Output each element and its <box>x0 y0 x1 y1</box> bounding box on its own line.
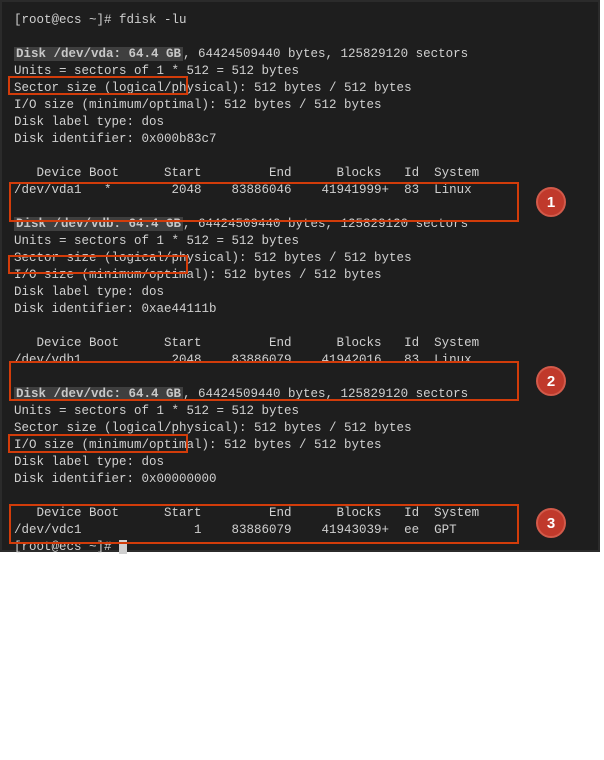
highlight-box-partition-2 <box>9 361 519 401</box>
partition-table-header-1: Device Boot Start End Blocks Id System <box>14 166 479 180</box>
highlight-box-disk-1 <box>8 76 188 95</box>
terminal-frame: [root@ecs ~]# fdisk -lu Disk /dev/vda: 6… <box>0 0 600 552</box>
terminal-window[interactable]: [root@ecs ~]# fdisk -lu Disk /dev/vda: 6… <box>2 2 598 550</box>
callout-badge-2: 2 <box>536 366 566 396</box>
disk-units-2: Units = sectors of 1 * 512 = 512 bytes <box>14 234 299 248</box>
prompt-line: [root@ecs ~]# fdisk -lu <box>14 13 187 27</box>
highlight-box-disk-3 <box>8 434 188 453</box>
command: fdisk -lu <box>119 13 187 27</box>
disk-label-2: Disk label type: dos <box>14 285 164 299</box>
disk-ident-3: Disk identifier: 0x00000000 <box>14 472 217 486</box>
disk-label-3: Disk label type: dos <box>14 455 164 469</box>
disk-header-hl-1: Disk /dev/vda: 64.4 GB <box>14 47 183 61</box>
highlight-box-partition-1 <box>9 182 519 222</box>
disk-units-3: Units = sectors of 1 * 512 = 512 bytes <box>14 404 299 418</box>
disk-sector-3: Sector size (logical/physical): 512 byte… <box>14 421 412 435</box>
disk-ident-2: Disk identifier: 0xae44111b <box>14 302 217 316</box>
disk-ident-1: Disk identifier: 0x000b83c7 <box>14 132 217 146</box>
callout-badge-1: 1 <box>536 187 566 217</box>
highlight-box-partition-3 <box>9 504 519 544</box>
disk-header-rest-1: , 64424509440 bytes, 125829120 sectors <box>183 47 468 61</box>
highlight-box-disk-2 <box>8 255 188 274</box>
prompt: [root@ecs ~]# <box>14 13 112 27</box>
disk-label-1: Disk label type: dos <box>14 115 164 129</box>
callout-badge-3: 3 <box>536 508 566 538</box>
disk-io-1: I/O size (minimum/optimal): 512 bytes / … <box>14 98 382 112</box>
partition-table-header-2: Device Boot Start End Blocks Id System <box>14 336 479 350</box>
disk-header-1: Disk /dev/vda: 64.4 GB <box>14 47 183 61</box>
